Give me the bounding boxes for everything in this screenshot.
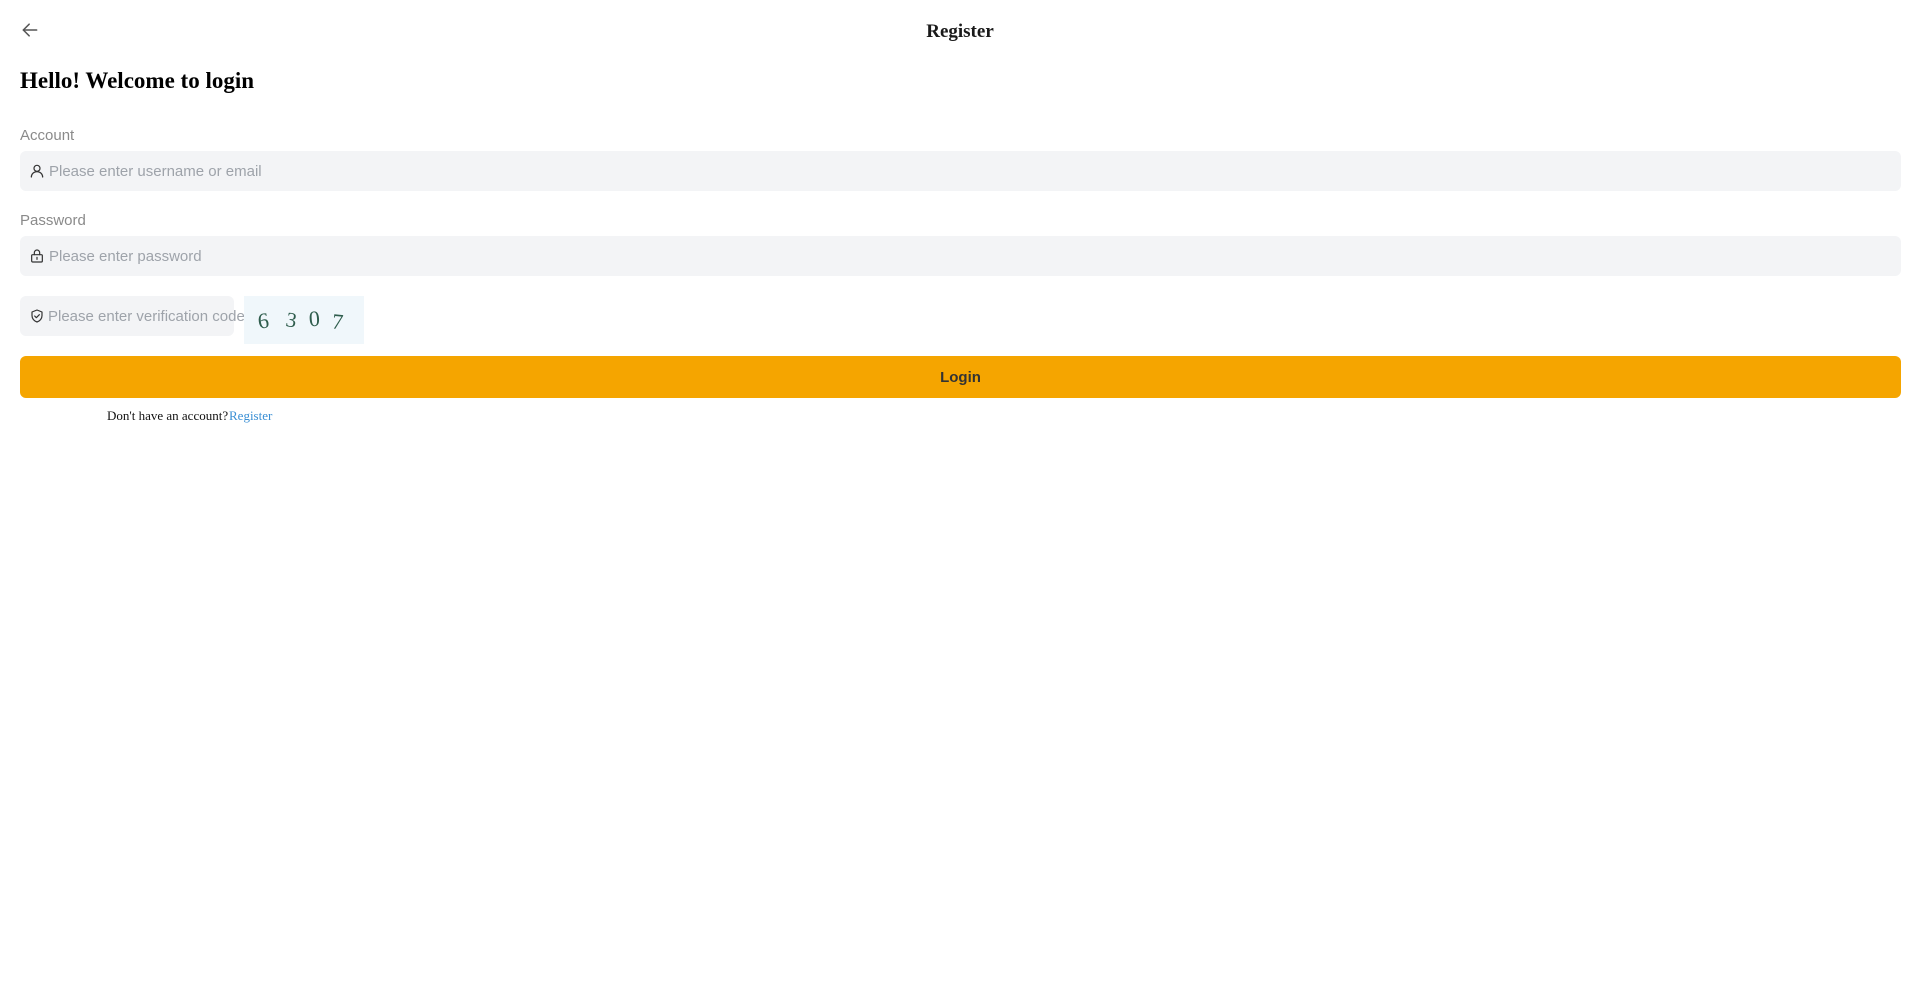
user-icon: [29, 163, 45, 179]
shield-check-icon: [29, 308, 45, 324]
captcha-digit-2: 3: [284, 307, 299, 332]
captcha-input[interactable]: [48, 296, 247, 336]
account-label: Account: [20, 127, 75, 144]
captcha-field[interactable]: [20, 296, 247, 336]
password-field[interactable]: [20, 236, 1901, 276]
password-label: Password: [20, 212, 86, 229]
login-button[interactable]: Login: [20, 356, 1901, 398]
captcha-digit-3: 0: [308, 306, 321, 332]
captcha-digit-4: 7: [331, 308, 345, 334]
captcha-digits: 6 3 0 7: [256, 306, 345, 335]
captcha-image[interactable]: 6 3 0 7: [244, 296, 364, 344]
account-field[interactable]: [20, 151, 1901, 191]
lock-icon: [29, 248, 45, 264]
register-link[interactable]: Register: [229, 408, 272, 424]
account-input[interactable]: [49, 151, 1901, 191]
captcha-digit-1: 6: [256, 307, 270, 333]
welcome-heading: Hello! Welcome to login: [20, 68, 255, 93]
password-input[interactable]: [49, 236, 1901, 276]
register-prompt: Don't have an account?: [107, 408, 229, 423]
page-title: Register: [926, 21, 994, 42]
